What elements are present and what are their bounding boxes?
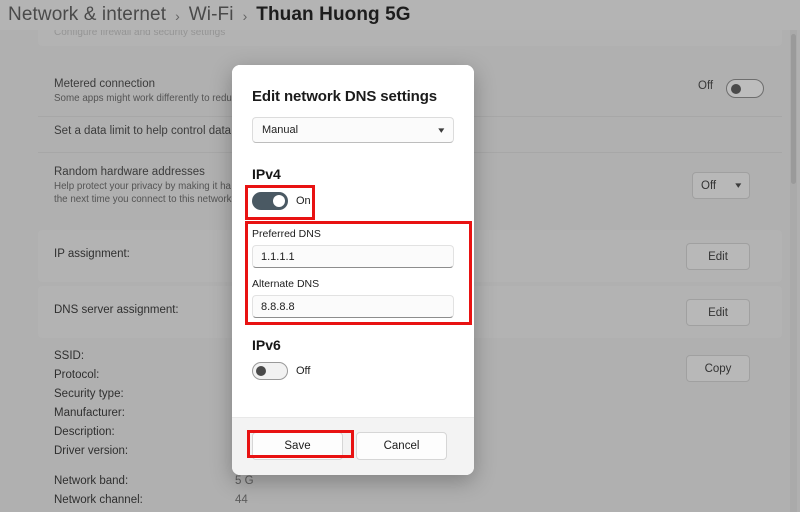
random-hardware-select[interactable]: Off ▾ [692,172,750,199]
dns-assignment-edit-button[interactable]: Edit [686,299,750,326]
driver-version-label: Driver version: [54,445,129,457]
toggle-knob [731,84,741,94]
random-hardware-addresses-title: Random hardware addresses [54,166,205,178]
random-hardware-subtitle-line1: Help protect your privacy by making it h… [54,181,231,192]
ipv4-toggle[interactable] [252,192,288,210]
ipv6-heading: IPv6 [252,337,281,353]
breadcrumb-separator-icon: › [175,8,180,24]
edit-dns-settings-dialog: Edit network DNS settings Manual ▾ IPv4 … [232,65,474,475]
ip-assignment-edit-label: Edit [708,250,728,263]
network-channel-value: 44 [235,494,248,506]
breadcrumb-separator-icon: › [242,8,248,24]
description-label: Description: [54,426,115,438]
page-scrollbar-thumb[interactable] [791,34,796,184]
save-button[interactable]: Save [252,432,343,460]
alternate-dns-label: Alternate DNS [252,278,320,290]
protocol-label: Protocol: [54,369,100,381]
ipv4-toggle-state: On [296,195,311,207]
dns-mode-select[interactable]: Manual ▾ [252,117,454,143]
alternate-dns-input[interactable]: 8.8.8.8 [252,295,454,318]
ssid-copy-button[interactable]: Copy [686,355,750,382]
save-button-label: Save [284,440,311,452]
preferred-dns-value: 1.1.1.1 [261,250,295,263]
metered-connection-title: Metered connection [54,78,156,90]
network-band-label: Network band: [54,475,129,487]
breadcrumb-item-network-internet[interactable]: Network & internet [8,4,166,26]
ip-assignment-label: IP assignment: [54,248,130,260]
dns-mode-select-value: Manual [262,124,299,136]
dns-assignment-edit-label: Edit [708,306,728,319]
security-type-label: Security type: [54,388,124,400]
alternate-dns-value: 8.8.8.8 [261,300,295,313]
manufacturer-label: Manufacturer: [54,407,125,419]
cancel-button-label: Cancel [383,440,420,452]
dialog-body: Edit network DNS settings Manual ▾ IPv4 … [232,65,474,417]
preferred-dns-label: Preferred DNS [252,228,321,240]
dialog-title: Edit network DNS settings [252,88,438,105]
random-hardware-select-value: Off [701,179,717,192]
breadcrumb-item-current-network: Thuan Huong 5G [256,4,411,25]
metered-connection-toggle[interactable] [726,79,764,98]
ssid-label: SSID: [54,350,85,362]
network-channel-label: Network channel: [54,494,143,506]
chevron-down-icon: ▾ [735,180,742,190]
breadcrumb: Network & internet › Wi-Fi › Thuan Huong… [0,0,800,30]
clipped-top-text: Configure firewall and security settings [54,30,226,38]
cancel-button[interactable]: Cancel [356,432,447,460]
ip-assignment-edit-button[interactable]: Edit [686,243,750,270]
random-hardware-subtitle-line2: the next time you connect to this networ… [54,194,232,205]
toggle-knob [256,366,266,376]
screenshot-root: Network & internet › Wi-Fi › Thuan Huong… [0,0,800,512]
ipv6-toggle[interactable] [252,362,288,380]
chevron-down-icon: ▾ [438,124,445,135]
data-limit-link[interactable]: Set a data limit to help control data u [54,125,241,137]
metered-toggle-label: Off [698,80,714,92]
clipped-settings-card: Configure firewall and security settings [38,30,782,46]
metered-connection-subtitle: Some apps might work differently to redu… [54,93,237,104]
ipv4-heading: IPv4 [252,166,281,182]
breadcrumb-item-wifi[interactable]: Wi-Fi [189,4,234,26]
toggle-knob [273,195,285,207]
preferred-dns-input[interactable]: 1.1.1.1 [252,245,454,268]
dialog-footer: Save Cancel [232,417,474,475]
ipv6-toggle-state: Off [296,365,311,377]
ssid-copy-label: Copy [704,362,732,375]
dns-assignment-label: DNS server assignment: [54,304,179,316]
network-band-value: 5 G [235,475,254,487]
